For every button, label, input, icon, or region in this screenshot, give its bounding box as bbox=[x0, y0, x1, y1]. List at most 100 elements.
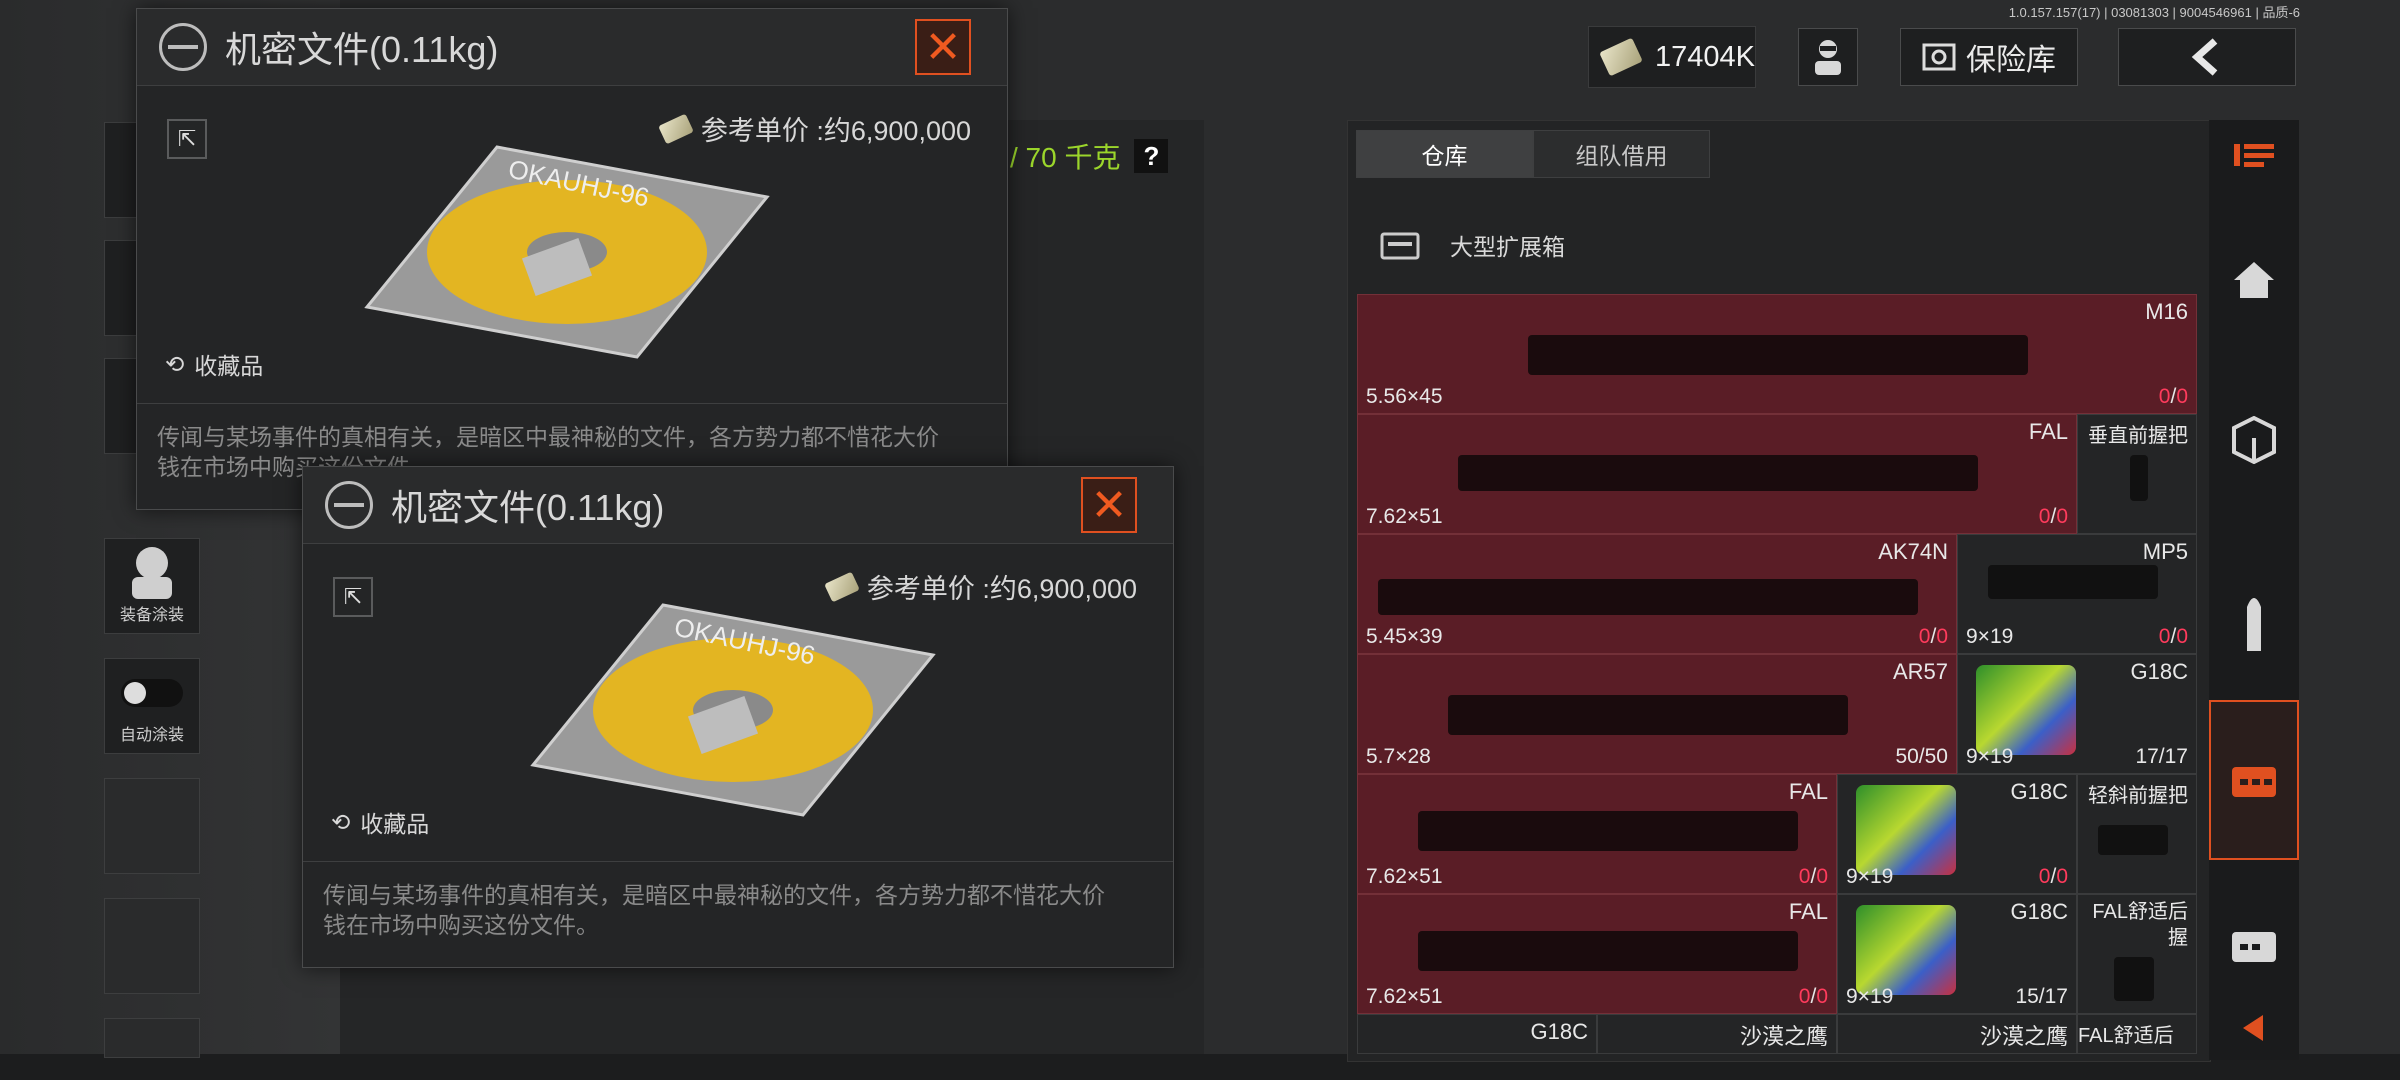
item-name: FAL舒适后握 bbox=[2078, 1025, 2174, 1047]
description-line-1: 传闻与某场事件的真相有关，是暗区中最神秘的文件，各方势力都不惜花大价 bbox=[323, 882, 1105, 908]
currency-value: 17404K bbox=[1655, 40, 1755, 73]
extension-box-icon bbox=[1380, 232, 1420, 260]
item-count: 50/50 bbox=[1895, 745, 1948, 768]
item-name: G18C bbox=[2010, 899, 2068, 924]
close-button[interactable]: ✕ bbox=[915, 19, 971, 75]
dialog-header: 机密文件(0.11kg) ✕ bbox=[137, 9, 1007, 86]
item-name: G18C bbox=[2130, 659, 2188, 684]
category-text: 收藏品 bbox=[194, 353, 264, 379]
item-count: 15/17 bbox=[2015, 985, 2068, 1008]
collapse-arrow-icon bbox=[2243, 1015, 2263, 1041]
item-count: 0/0 bbox=[1798, 985, 1828, 1008]
item-cell[interactable]: FAL舒适后握 bbox=[2077, 894, 2197, 1014]
tab-warehouse[interactable]: 仓库 bbox=[1356, 130, 1533, 178]
auto-skin-button[interactable]: 自动涂装 bbox=[104, 658, 200, 754]
category-label: ⟲ 收藏品 bbox=[331, 805, 429, 839]
inventory-grid: M16 5.56×45 0/0 FAL 7.62×51 0/0 垂直前握把 AK… bbox=[1357, 294, 2197, 1054]
item-name: FAL舒适后握 bbox=[2092, 901, 2188, 949]
disk-item-image: OKAUHJ-96 bbox=[364, 145, 770, 359]
item-cell[interactable]: G18C bbox=[1357, 1014, 1597, 1054]
empty-slot[interactable] bbox=[104, 898, 200, 994]
soldier-icon bbox=[132, 547, 172, 599]
item-cell[interactable]: AR57 5.7×28 50/50 bbox=[1357, 654, 1957, 774]
item-caliber: 5.45×39 bbox=[1366, 625, 1443, 648]
empty-slot[interactable] bbox=[104, 778, 200, 874]
item-cell[interactable]: G18C 9×19 17/17 bbox=[1957, 654, 2197, 774]
item-caliber: 5.56×45 bbox=[1366, 385, 1443, 408]
agent-button[interactable] bbox=[1798, 28, 1858, 86]
collectible-icon: ⟲ bbox=[165, 350, 185, 377]
box-header: 大型扩展箱 bbox=[1380, 228, 1565, 262]
grip-icon bbox=[2130, 455, 2148, 501]
auto-skin-toggle[interactable] bbox=[121, 679, 183, 707]
item-cell[interactable]: G18C 9×19 15/17 bbox=[1837, 894, 2077, 1014]
item-name: 沙漠之鹰 bbox=[1979, 1024, 2068, 1049]
item-count: 0/0 bbox=[2158, 385, 2188, 408]
item-name: 轻斜前握把 bbox=[2088, 785, 2188, 807]
storage-nav-button[interactable] bbox=[2209, 700, 2299, 860]
item-count: 0/0 bbox=[2038, 505, 2068, 528]
item-cell[interactable]: FAL 7.62×51 0/0 bbox=[1357, 894, 1837, 1014]
version-label: 1.0.157.157(17) | 03081303 | 9004546961 … bbox=[2008, 5, 2300, 20]
tab-team-borrow[interactable]: 组队借用 bbox=[1533, 130, 1710, 178]
rifle-icon bbox=[1418, 811, 1798, 851]
item-cell[interactable]: M16 5.56×45 0/0 bbox=[1357, 294, 2197, 414]
rifle-icon bbox=[1378, 579, 1918, 615]
item-caliber: 7.62×51 bbox=[1366, 505, 1443, 528]
item-count: 17/17 bbox=[2135, 745, 2188, 768]
pistol-icon bbox=[1856, 785, 1956, 875]
close-button[interactable]: ✕ bbox=[1081, 477, 1137, 533]
currency-display[interactable]: 17404K bbox=[1588, 26, 1756, 88]
collapse-button[interactable] bbox=[2209, 1000, 2299, 1056]
share-button[interactable]: ⇱ bbox=[167, 119, 207, 159]
item-cell[interactable]: G18C 9×19 0/0 bbox=[1837, 774, 2077, 894]
item-cell[interactable]: FAL 7.62×51 0/0 bbox=[1357, 774, 1837, 894]
item-cell[interactable]: 沙漠之鹰 bbox=[1837, 1014, 2077, 1054]
dialog-header: 机密文件(0.11kg) ✕ bbox=[303, 467, 1173, 544]
empty-slot[interactable] bbox=[104, 1018, 200, 1058]
agent-icon bbox=[1815, 40, 1841, 75]
item-cell[interactable]: 垂直前握把 bbox=[2077, 414, 2197, 534]
ammo-nav-button[interactable] bbox=[2209, 540, 2299, 700]
storage-icon bbox=[2232, 767, 2276, 797]
description-line-1: 传闻与某场事件的真相有关，是暗区中最神秘的文件，各方势力都不惜花大价 bbox=[157, 424, 939, 450]
weight-text: / 70 千克 bbox=[1010, 142, 1121, 173]
item-name: MP5 bbox=[2142, 539, 2188, 564]
close-icon: ✕ bbox=[924, 22, 962, 72]
item-cell[interactable]: 轻斜前握把 bbox=[2077, 774, 2197, 894]
item-count: 0/0 bbox=[2038, 865, 2068, 888]
item-name: FAL bbox=[2028, 419, 2068, 444]
item-name: FAL bbox=[1788, 779, 1828, 804]
item-name: AK74N bbox=[1878, 539, 1948, 564]
rifle-icon bbox=[1418, 931, 1798, 971]
globe-icon bbox=[325, 481, 373, 529]
category-text: 收藏品 bbox=[360, 811, 430, 837]
collectible-icon: ⟲ bbox=[331, 808, 351, 835]
rifle-icon bbox=[1458, 455, 1978, 491]
category-label: ⟲ 收藏品 bbox=[165, 347, 263, 381]
back-button[interactable] bbox=[2118, 28, 2296, 86]
item-name: 垂直前握把 bbox=[2088, 425, 2188, 447]
item-caliber: 9×19 bbox=[1966, 625, 2014, 648]
item-cell[interactable]: MP5 9×19 0/0 bbox=[1957, 534, 2197, 654]
item-caliber: 7.62×51 bbox=[1366, 865, 1443, 888]
weight-indicator: / 70 千克 ? bbox=[1010, 136, 1169, 176]
help-button[interactable]: ? bbox=[1134, 139, 1169, 173]
auto-skin-label: 自动涂装 bbox=[119, 727, 184, 744]
vault-button[interactable]: 保险库 bbox=[1900, 28, 2078, 86]
home-nav-button[interactable] bbox=[2209, 200, 2299, 360]
box-nav-button[interactable] bbox=[2209, 880, 2299, 1010]
item-cell[interactable]: FAL舒适后握 bbox=[2077, 1014, 2197, 1054]
equipment-skin-button[interactable]: 装备涂装 bbox=[104, 538, 200, 634]
filter-nav-button[interactable] bbox=[2209, 120, 2299, 190]
vault-label: 保险库 bbox=[1966, 44, 2056, 77]
grip-icon bbox=[2098, 825, 2168, 855]
item-cell[interactable]: FAL 7.62×51 0/0 bbox=[1357, 414, 2077, 534]
share-button[interactable]: ⇱ bbox=[333, 577, 373, 617]
equipment-nav-button[interactable] bbox=[2209, 360, 2299, 520]
rifle-icon bbox=[1448, 695, 1848, 735]
item-caliber: 9×19 bbox=[1846, 985, 1894, 1008]
item-cell[interactable]: AK74N 5.45×39 0/0 bbox=[1357, 534, 1957, 654]
item-cell[interactable]: 沙漠之鹰 bbox=[1597, 1014, 1837, 1054]
pistol-icon bbox=[1856, 905, 1956, 995]
